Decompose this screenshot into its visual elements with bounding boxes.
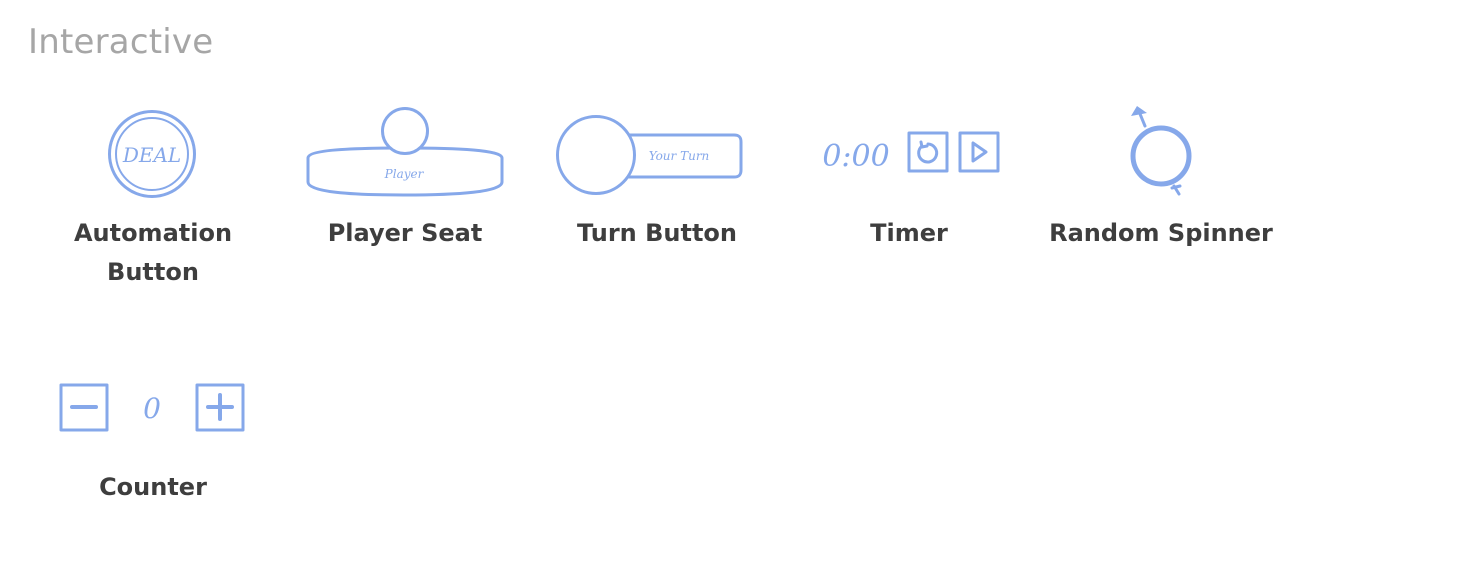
random-spinner-label: Random Spinner — [1049, 219, 1273, 247]
counter-label: Counter — [99, 473, 207, 501]
plus-icon — [195, 383, 245, 432]
reset-icon — [907, 131, 949, 173]
automation-button-tile[interactable]: DEAL Automation Button — [38, 100, 268, 300]
counter-tile[interactable]: 0 Counter — [38, 356, 268, 516]
play-icon — [958, 131, 1000, 173]
turn-button-preview: Your Turn — [542, 100, 772, 210]
double-circle-button-icon: DEAL — [108, 110, 196, 198]
random-spinner-preview — [1046, 100, 1276, 210]
section-title: Interactive — [28, 22, 214, 62]
automation-button-label-line2: Button — [107, 258, 199, 286]
timer-time-text: 0:00 — [822, 139, 889, 174]
player-seat-icon-text: Player — [384, 167, 425, 181]
timer-tile[interactable]: 0:00 Timer — [794, 100, 1024, 260]
timer-preview: 0:00 — [794, 100, 1024, 210]
turn-button-tile[interactable]: Your Turn Turn Button — [542, 100, 772, 260]
automation-button-preview: DEAL — [38, 100, 268, 210]
counter-icon-group: 0 — [59, 383, 245, 432]
player-seat-preview: Player — [290, 100, 520, 210]
minus-icon — [59, 383, 109, 432]
spinner-icon — [1130, 106, 1192, 196]
timer-label: Timer — [870, 219, 948, 247]
random-spinner-tile[interactable]: Random Spinner — [1046, 100, 1276, 260]
player-seat-icon: Player — [306, 107, 504, 197]
counter-preview: 0 — [38, 356, 268, 466]
turn-button-icon-text: Your Turn — [649, 149, 710, 163]
automation-button-icon-text: DEAL — [122, 143, 181, 167]
counter-value: 0 — [143, 392, 161, 425]
player-seat-label: Player Seat — [327, 219, 483, 247]
automation-button-label-line1: Automation — [73, 219, 233, 247]
timer-icon-group: 0:00 — [822, 131, 1000, 174]
player-seat-tile[interactable]: Player Player Seat — [290, 100, 520, 260]
turn-button-label: Turn Button — [577, 219, 737, 247]
turn-button-icon: Your Turn — [556, 115, 743, 195]
